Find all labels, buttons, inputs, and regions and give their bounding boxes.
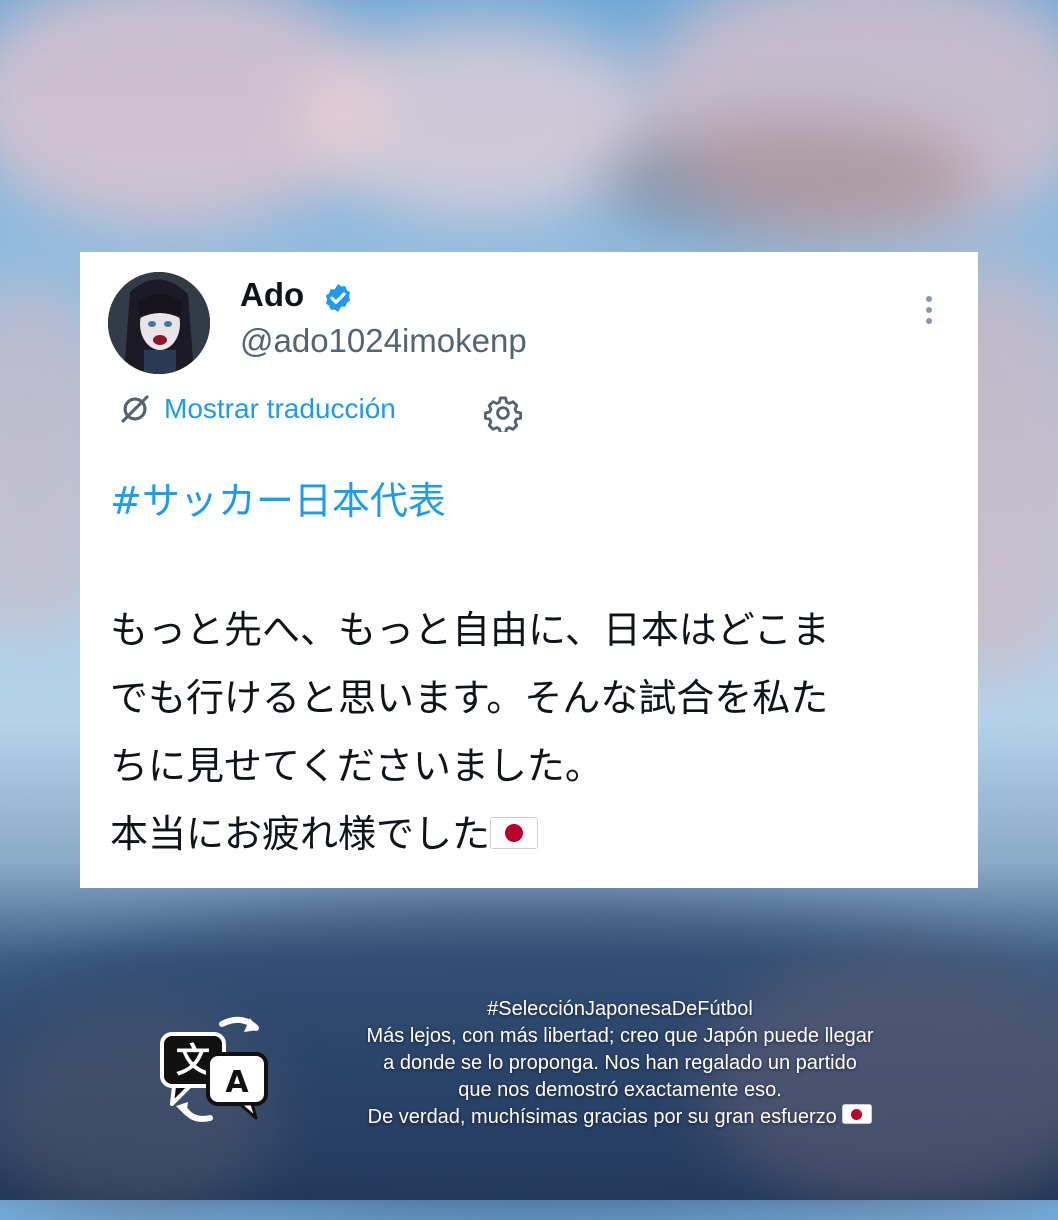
hashtag-link[interactable]: #サッカー日本代表 — [110, 470, 446, 525]
japan-flag-icon — [842, 1104, 873, 1124]
caption-line: De verdad, muchísimas gracias por su gra… — [367, 1106, 837, 1128]
caption-line: que nos demostró exactamente eso. — [458, 1079, 782, 1101]
tweet-line: でも行けると思います。そんな試合を私た — [110, 676, 829, 720]
tweet-line: ちに見せてくださいました。 — [110, 744, 603, 788]
svg-text:A: A — [225, 1065, 249, 1100]
caption-line-last: De verdad, muchísimas gracias por su gra… — [300, 1104, 940, 1131]
more-options-icon[interactable] — [922, 296, 936, 332]
svg-text:文: 文 — [176, 1041, 210, 1081]
caption-hashtag: #SelecciónJaponesaDeFútbol — [487, 998, 753, 1020]
display-name[interactable]: Ado — [240, 276, 304, 314]
tweet-line: 本当にお疲れ様でした — [110, 812, 491, 856]
tweet-line-last: 本当にお疲れ様でした — [110, 800, 950, 868]
gear-icon[interactable] — [484, 394, 522, 432]
translation-caption: #SelecciónJaponesaDeFútbol Más lejos, co… — [300, 996, 940, 1131]
avatar[interactable] — [108, 272, 210, 374]
tweet-line: もっと先へ、もっと自由に、日本はどこま — [110, 608, 830, 652]
show-translation-button[interactable]: Mostrar traducción — [118, 392, 396, 426]
caption-line: a donde se lo proponga. Nos han regalado… — [383, 1052, 857, 1074]
tweet-card: Ado @ado1024imokenp Mostrar traducción #… — [80, 252, 978, 888]
japan-flag-icon — [490, 817, 539, 849]
show-translation-label: Mostrar traducción — [164, 393, 396, 424]
tweet-body: もっと先へ、もっと自由に、日本はどこま でも行けると思います。そんな試合を私た … — [110, 596, 950, 868]
user-handle[interactable]: @ado1024imokenp — [240, 322, 527, 360]
translation-icon: 文 A — [160, 1016, 268, 1122]
translate-icon — [121, 395, 149, 423]
verified-badge-icon — [325, 284, 351, 312]
caption-line: Más lejos, con más libertad; creo que Ja… — [366, 1025, 874, 1047]
